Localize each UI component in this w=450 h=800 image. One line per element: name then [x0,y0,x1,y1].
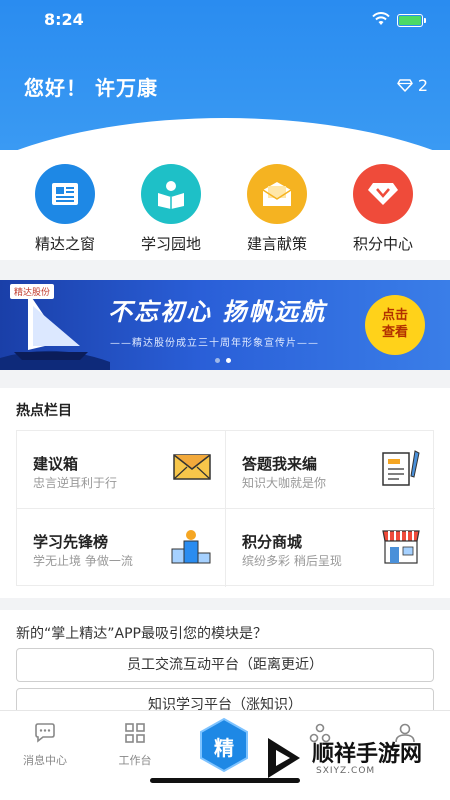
quick-link-label: 积分中心 [352,235,413,253]
tab-workbench[interactable]: 工作台 [95,723,175,768]
quick-link-label: 精达之窗 [34,235,95,253]
gem-counter[interactable]: 2 [397,76,428,95]
grid-icon [125,723,145,743]
quick-link-label: 学习园地 [140,235,201,253]
banner-cta-line: 点击 [381,308,408,323]
store-icon [382,530,420,564]
hot-section: 热点栏目 建议箱 忠言逆耳利于行 答题我来编 知识大咖就是你 学习先锋榜 学无止 [0,388,450,598]
diamond-icon [397,79,413,92]
hot-item-desc: 缤纷多彩 稍后呈现 [242,554,342,568]
status-time: 8:24 [44,10,84,29]
survey-option[interactable]: 员工交流互动平台（距离更近） [16,648,434,682]
watermark: 顺祥手游网 SXIYZ.COM [262,736,442,784]
banner-subtitle: ——精达股份成立三十周年形象宣传片—— [110,338,319,349]
hot-item-quiz[interactable]: 答题我来编 知识大咖就是你 [226,431,435,509]
gem-count: 2 [417,76,428,95]
section-title: 热点栏目 [16,403,72,419]
gem-icon [353,164,413,224]
carousel-dot-active[interactable] [226,358,231,363]
tab-messages[interactable]: 消息中心 [5,723,85,768]
document-pen-icon [382,450,420,486]
carousel-dots [215,358,231,363]
promo-banner[interactable]: 精达股份 不忘初心 扬帆远航 ——精达股份成立三十周年形象宣传片—— 点击 查看 [0,280,450,370]
mail-icon [173,454,211,480]
hot-item-suggestion-box[interactable]: 建议箱 忠言逆耳利于行 [17,431,226,509]
quick-link-study[interactable]: 学习园地 [126,164,216,254]
tab-label: 消息中心 [23,754,67,767]
banner-logo: 精达股份 [10,284,55,299]
reading-person-icon [141,164,201,224]
hot-item-desc: 知识大咖就是你 [242,476,327,490]
greeting-text: 您好！ 许万康 [24,76,158,100]
tab-home-center[interactable]: 精 [198,717,250,773]
play-logo-icon [268,738,300,778]
header-curve [0,118,450,150]
watermark-url: SXIYZ.COM [316,766,376,776]
banner-view-button[interactable]: 点击 查看 [365,295,425,355]
hot-item-title: 答题我来编 [242,455,318,473]
battery-icon [397,14,426,27]
survey-question: 新的“掌上精达”APP最吸引您的模块是？ [16,626,267,642]
hot-item-title: 积分商城 [242,533,303,551]
quick-links: 精达之窗 学习园地 建言献策 积分中心 [0,150,450,260]
survey-section: 新的“掌上精达”APP最吸引您的模块是？ 员工交流互动平台（距离更近） 知识学习… [0,610,450,722]
quick-link-window[interactable]: 精达之窗 [20,164,110,254]
hot-item-points-mall[interactable]: 积分商城 缤纷多彩 稍后呈现 [226,509,435,587]
podium-icon [171,530,211,564]
banner-cta-line: 查看 [381,325,408,340]
chat-bubble-icon [35,723,55,743]
hot-item-title: 建议箱 [33,455,79,473]
quick-link-points[interactable]: 积分中心 [338,164,428,254]
hot-item-desc: 学无止境 争做一流 [33,554,133,568]
hot-grid: 建议箱 忠言逆耳利于行 答题我来编 知识大咖就是你 学习先锋榜 学无止境 争做一… [16,430,435,587]
hot-item-desc: 忠言逆耳利于行 [33,476,118,490]
quick-link-suggest[interactable]: 建言献策 [232,164,322,254]
tab-label: 工作台 [118,754,152,767]
watermark-name: 顺祥手游网 [312,742,423,767]
home-indicator [150,778,300,783]
status-bar: 8:24 [0,10,450,32]
carousel-dot[interactable] [215,358,220,363]
quick-link-label: 建言献策 [246,235,307,253]
banner-title: 不忘初心 扬帆远航 [108,298,327,326]
envelope-icon [247,164,307,224]
center-tab-label: 精 [214,736,234,760]
hot-item-title: 学习先锋榜 [33,533,109,551]
wifi-icon [372,12,390,25]
newspaper-icon [35,164,95,224]
hot-item-leaderboard[interactable]: 学习先锋榜 学无止境 争做一流 [17,509,226,587]
